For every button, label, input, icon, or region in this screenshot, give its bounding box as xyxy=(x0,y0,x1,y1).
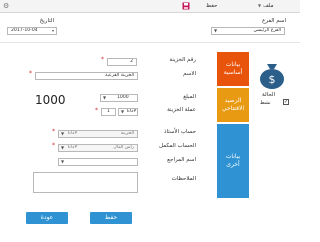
required-mark: * xyxy=(101,56,104,63)
chevron-down-icon: ▼ xyxy=(258,3,262,8)
active-checkbox-label: نشط xyxy=(260,100,271,106)
divider xyxy=(0,42,300,43)
box-number-label: رقم الخزينة xyxy=(169,57,196,63)
tab-basic-data[interactable]: بيانات أساسية xyxy=(217,52,249,86)
chevron-down-icon: ▼ xyxy=(121,109,125,114)
account-value: الخزينة xyxy=(120,131,134,136)
required-mark: * xyxy=(52,142,55,149)
tab-balance-label: الرصيد الافتتاحي xyxy=(221,97,245,112)
chevron-down-icon: ▼ xyxy=(61,131,65,136)
amount-field[interactable]: ▼ 1000 xyxy=(100,94,138,102)
amount-label: المبلغ xyxy=(183,94,196,100)
complement-currency: EGP xyxy=(68,145,78,150)
currency-label: عملة الخزينة xyxy=(167,107,196,113)
rate-field[interactable]: 1 xyxy=(101,108,116,116)
complement-label: الحساب المكمل xyxy=(158,143,196,149)
settings-icon[interactable]: ⚙ xyxy=(3,2,12,11)
account-label: حساب الأستاذ xyxy=(164,129,196,135)
svg-text:$: $ xyxy=(269,73,276,86)
account-currency: EGP xyxy=(68,131,78,136)
complement-select[interactable]: ▼ EGP رأس المال xyxy=(58,144,138,152)
date-value: 2017-10-04 xyxy=(11,28,38,33)
save-button[interactable]: حفظ xyxy=(90,212,132,224)
currency-select[interactable]: ▼ EGP xyxy=(118,108,138,116)
account-select[interactable]: ▼ EGP الخزينة xyxy=(58,130,138,138)
money-bag-icon: $ xyxy=(252,60,292,90)
date-label: التاريخ xyxy=(39,18,54,24)
complement-value: رأس المال xyxy=(113,145,134,150)
box-number-field[interactable]: 2 xyxy=(107,58,137,66)
status-label: الحالة xyxy=(262,92,276,98)
name-field[interactable]: الخزينة الفرعية xyxy=(35,72,138,80)
amount-value: 1000 xyxy=(117,95,129,100)
toolbar xyxy=(0,0,300,13)
save-disk-icon[interactable] xyxy=(181,2,190,11)
active-checkbox[interactable]: ✓ xyxy=(283,99,289,105)
back-button[interactable]: عودة xyxy=(26,212,68,224)
tab-other-data[interactable]: بيانات أخرى xyxy=(217,124,249,198)
branch-select[interactable]: ▼ الفرع الرئيسي xyxy=(211,27,285,35)
balance-total: 1000 xyxy=(35,93,66,107)
notes-textarea[interactable] xyxy=(33,172,138,193)
tab-basic-label: بيانات أساسية xyxy=(223,61,243,76)
tab-other-label: بيانات أخرى xyxy=(225,153,241,168)
calendar-icon[interactable]: ▾ xyxy=(52,28,54,34)
chevron-down-icon: ▼ xyxy=(61,159,65,164)
file-menu-label: ملف xyxy=(263,3,274,9)
required-mark: * xyxy=(29,70,32,77)
name-label: الاسم xyxy=(183,71,196,77)
branch-value: الفرع الرئيسي xyxy=(253,28,281,33)
reviewer-select[interactable]: ▼ xyxy=(58,158,138,166)
branch-label: اسم الفرع xyxy=(262,18,286,24)
date-field[interactable]: 2017-10-04 ▾ xyxy=(7,27,57,35)
currency-value: EGP xyxy=(127,109,137,114)
required-mark: * xyxy=(95,107,98,114)
tab-opening-balance[interactable]: الرصيد الافتتاحي xyxy=(217,88,249,122)
reviewer-label: اسم المراجع xyxy=(167,157,196,163)
chevron-down-icon: ▼ xyxy=(103,95,107,100)
chevron-down-icon: ▼ xyxy=(61,145,65,150)
chevron-down-icon: ▼ xyxy=(214,28,218,33)
toolbar-save-button[interactable]: حفظ xyxy=(206,3,217,9)
notes-label: الملاحظات xyxy=(171,176,196,182)
file-menu[interactable]: ▼ ملف xyxy=(258,3,274,9)
required-mark: * xyxy=(52,128,55,135)
